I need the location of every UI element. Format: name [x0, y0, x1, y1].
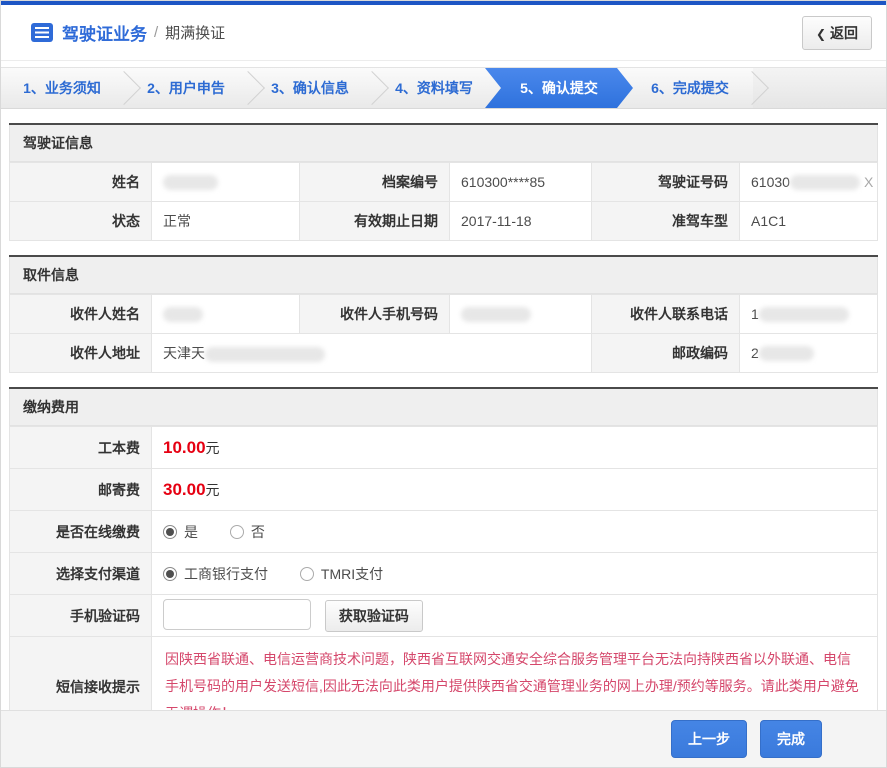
step-6-complete-submit[interactable]: 6、完成提交 — [629, 68, 751, 108]
pickup-info-table: 收件人姓名 收件人手机号码 收件人联系电话 1 收件人地址 天津天 邮政编码 2 — [9, 294, 878, 373]
radio-option-yes[interactable]: 是 — [163, 522, 198, 542]
sms-code-field: 获取验证码 — [151, 594, 878, 637]
radio-icon[interactable] — [163, 524, 177, 539]
step-1-business-notice[interactable]: 1、业务须知 — [1, 68, 123, 108]
table-row: 收件人姓名 收件人手机号码 收件人联系电话 1 — [9, 294, 878, 334]
vehicle-class-label: 准驾车型 — [591, 201, 740, 241]
redacted-value — [205, 346, 325, 362]
postcode-value: 2 — [739, 333, 878, 373]
page-title: 驾驶证业务 — [62, 25, 147, 44]
status-label: 状态 — [9, 201, 152, 241]
radio-icon[interactable] — [299, 566, 314, 581]
back-button-label: 返回 — [830, 24, 858, 41]
redacted-value — [758, 346, 814, 362]
table-row: 姓名 档案编号 610300****85 驾驶证号码 61030 X — [9, 162, 878, 202]
recipient-address-value: 天津天 — [151, 333, 592, 373]
pickup-section-title: 取件信息 — [9, 257, 878, 294]
radio-option-no[interactable]: 否 — [229, 522, 265, 542]
expiry-value: 2017-11-18 — [449, 201, 592, 241]
name-value — [151, 162, 300, 202]
file-no-value: 610300****85 — [449, 162, 592, 202]
radio-label[interactable]: 否 — [251, 522, 265, 542]
step-4-fill-materials[interactable]: 4、资料填写 — [373, 68, 495, 108]
channel-label: 选择支付渠道 — [9, 552, 152, 595]
page-subtitle: 期满换证 — [165, 25, 226, 42]
finish-button[interactable]: 完成 — [760, 720, 822, 758]
redacted-value — [163, 175, 218, 191]
card-fee-label: 工本费 — [9, 426, 152, 469]
online-pay-options: 是 否 — [151, 510, 878, 553]
postage-fee-unit: 元 — [205, 481, 220, 498]
table-row: 状态 正常 有效期止日期 2017-11-18 准驾车型 A1C1 — [9, 201, 878, 241]
step-navigation: 1、业务须知 2、用户申告 3、确认信息 4、资料填写 5、确认提交 6、完成提… — [1, 67, 886, 109]
payment-table: 工本费 10.00元 邮寄费 30.00元 是否在线缴费 是 否 选择支付渠道 … — [9, 426, 878, 737]
table-row: 是否在线缴费 是 否 — [9, 510, 878, 553]
radio-label[interactable]: 工商银行支付 — [184, 564, 268, 584]
license-no-value: 61030 X — [739, 162, 878, 202]
radio-icon[interactable] — [229, 524, 244, 539]
online-pay-label: 是否在线缴费 — [9, 510, 152, 553]
license-no-label: 驾驶证号码 — [591, 162, 740, 202]
table-row: 选择支付渠道 工商银行支付 TMRI支付 — [9, 552, 878, 595]
stepnav-filler — [753, 68, 886, 108]
radio-label[interactable]: TMRI支付 — [321, 564, 383, 584]
radio-icon[interactable] — [163, 566, 177, 581]
get-code-button[interactable]: 获取验证码 — [324, 599, 423, 632]
recipient-mobile-value — [449, 294, 592, 334]
sms-code-input[interactable] — [163, 599, 311, 631]
pickup-info-section: 取件信息 收件人姓名 收件人手机号码 收件人联系电话 1 收件人地址 天津天 邮… — [9, 255, 878, 373]
postage-fee-value: 30.00元 — [151, 468, 878, 511]
card-fee-value: 10.00元 — [151, 426, 878, 469]
sms-code-label: 手机验证码 — [9, 594, 152, 637]
page: 驾驶证业务 / 期满换证 ❮ 返回 1、业务须知 2、用户申告 3、确认信息 4、… — [0, 0, 887, 768]
recipient-phone-label: 收件人联系电话 — [591, 294, 740, 334]
list-icon — [31, 23, 53, 42]
name-label: 姓名 — [9, 162, 152, 202]
radio-option-tmri[interactable]: TMRI支付 — [299, 564, 383, 584]
table-row: 收件人地址 天津天 邮政编码 2 — [9, 333, 878, 373]
status-value: 正常 — [151, 201, 300, 241]
recipient-phone-value: 1 — [739, 294, 878, 334]
page-header: 驾驶证业务 / 期满换证 ❮ 返回 — [1, 5, 886, 61]
channel-options: 工商银行支付 TMRI支付 — [151, 552, 878, 595]
redacted-value — [789, 175, 860, 191]
table-row: 手机验证码 获取验证码 — [9, 594, 878, 637]
recipient-mobile-label: 收件人手机号码 — [299, 294, 450, 334]
postage-fee-amount: 30.00 — [163, 479, 206, 499]
previous-step-button[interactable]: 上一步 — [671, 720, 747, 758]
step-5-confirm-submit[interactable]: 5、确认提交 — [485, 68, 633, 108]
card-fee-unit: 元 — [205, 439, 220, 456]
postcode-label: 邮政编码 — [591, 333, 740, 373]
recipient-name-label: 收件人姓名 — [9, 294, 152, 334]
payment-section-title: 缴纳费用 — [9, 389, 878, 426]
recipient-name-value — [151, 294, 300, 334]
step-2-user-declaration[interactable]: 2、用户申告 — [125, 68, 247, 108]
title-separator: / — [154, 24, 159, 41]
table-row: 工本费 10.00元 — [9, 426, 878, 469]
chevron-left-icon: ❮ — [815, 26, 826, 41]
radio-option-icbc[interactable]: 工商银行支付 — [163, 564, 268, 584]
license-info-section: 驾驶证信息 姓名 档案编号 610300****85 驾驶证号码 61030 X … — [9, 123, 878, 241]
recipient-address-label: 收件人地址 — [9, 333, 152, 373]
step-3-confirm-info[interactable]: 3、确认信息 — [249, 68, 371, 108]
vehicle-class-value: A1C1 — [739, 201, 878, 241]
card-fee-amount: 10.00 — [163, 437, 206, 457]
license-section-title: 驾驶证信息 — [9, 125, 878, 162]
redacted-value — [758, 307, 849, 323]
footer-bar: 上一步 完成 — [1, 710, 886, 767]
expiry-label: 有效期止日期 — [299, 201, 450, 241]
license-info-table: 姓名 档案编号 610300****85 驾驶证号码 61030 X 状态 正常 … — [9, 162, 878, 241]
table-row: 邮寄费 30.00元 — [9, 468, 878, 511]
redacted-value — [163, 307, 203, 323]
radio-label[interactable]: 是 — [184, 522, 198, 542]
back-button[interactable]: ❮ 返回 — [801, 15, 872, 50]
payment-section: 缴纳费用 工本费 10.00元 邮寄费 30.00元 是否在线缴费 是 否 选择… — [9, 387, 878, 737]
file-no-label: 档案编号 — [299, 162, 450, 202]
redacted-value — [461, 307, 531, 323]
postage-fee-label: 邮寄费 — [9, 468, 152, 511]
